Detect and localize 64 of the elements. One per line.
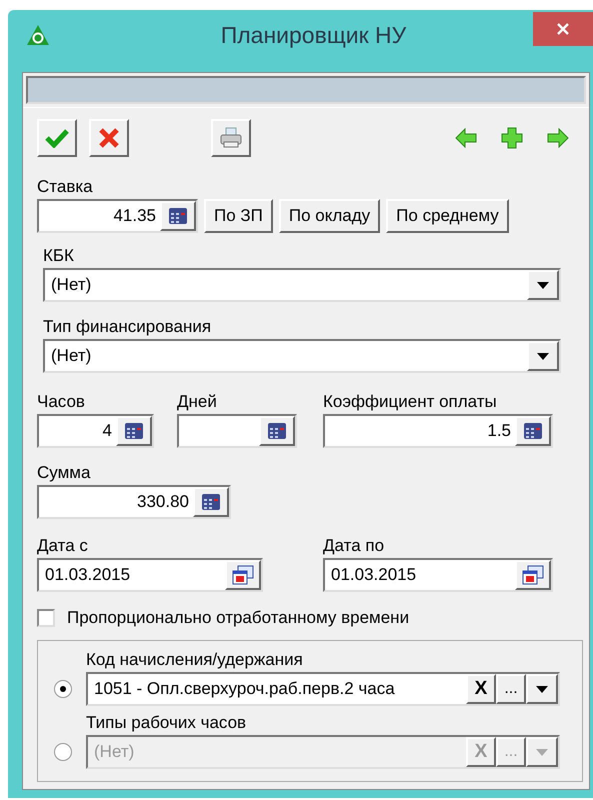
field-label: Дата с xyxy=(37,535,89,557)
close-icon xyxy=(556,22,570,36)
caret-icon xyxy=(537,352,549,360)
number-field[interactable]: 1.5 xyxy=(323,414,553,448)
field-label: Коэффициент оплаты xyxy=(323,391,498,413)
field-label: Дней xyxy=(177,391,218,413)
calculator-icon xyxy=(201,493,221,511)
left-arrow-icon xyxy=(455,128,477,148)
calculator-icon xyxy=(168,207,188,225)
field-label: Дата по xyxy=(323,535,386,557)
plus-icon xyxy=(501,127,523,149)
calculation-button[interactable]: По окладу xyxy=(278,199,380,233)
cancel-button[interactable] xyxy=(89,119,129,157)
calculator-button[interactable] xyxy=(259,416,295,446)
radio-button[interactable] xyxy=(54,743,72,761)
field-label: Тип финансирования xyxy=(43,316,212,338)
dropdown-field[interactable]: (Нет) xyxy=(43,339,561,373)
browse-button[interactable]: ... xyxy=(496,674,526,704)
calculator-icon xyxy=(267,422,287,440)
calculation-button[interactable]: По ЗП xyxy=(204,199,273,233)
checkbox-label: Пропорционально отработанному времени xyxy=(67,608,410,628)
radio-button[interactable] xyxy=(54,680,72,698)
print-button[interactable] xyxy=(211,119,251,157)
field-label: КБК xyxy=(43,245,75,267)
calculator-button[interactable] xyxy=(515,416,551,446)
field-label: Типы рабочих часов xyxy=(86,712,248,734)
printer-icon xyxy=(219,127,243,149)
close-button[interactable] xyxy=(533,12,593,46)
right-arrow-icon xyxy=(547,128,569,148)
caret-icon xyxy=(537,282,549,288)
calculator-button[interactable] xyxy=(116,416,152,446)
calculation-button[interactable]: По среднему xyxy=(386,199,509,233)
caret-icon xyxy=(536,748,548,756)
dropdown-button[interactable] xyxy=(527,270,559,300)
number-field[interactable] xyxy=(177,414,297,448)
cross-icon xyxy=(98,127,120,149)
calendar-icon xyxy=(522,565,544,585)
field-label: Часов xyxy=(37,391,86,413)
clear-button[interactable]: X xyxy=(466,674,496,704)
dropdown-button[interactable] xyxy=(527,341,559,371)
calculator-button[interactable] xyxy=(160,201,196,231)
date-field[interactable]: 01.03.2015 xyxy=(37,558,263,592)
number-field[interactable]: 4 xyxy=(37,414,154,448)
number-field[interactable]: 41.35 xyxy=(37,199,198,233)
calculator-icon xyxy=(124,422,144,440)
calendar-button[interactable] xyxy=(515,560,551,590)
dropdown-field[interactable]: 1051 - Опл.сверхуроч.раб.перв.2 часа X ... xyxy=(86,672,560,706)
dropdown-button[interactable] xyxy=(526,674,558,704)
app-icon xyxy=(26,24,50,46)
field-label: Ставка xyxy=(37,176,94,198)
calculator-icon xyxy=(523,422,543,440)
checkbox[interactable] xyxy=(37,609,55,627)
ok-button[interactable] xyxy=(37,119,77,157)
caret-icon xyxy=(536,686,548,692)
date-field[interactable]: 01.03.2015 xyxy=(323,558,553,592)
calendar-button[interactable] xyxy=(225,560,261,590)
dropdown-field[interactable]: (Нет) xyxy=(43,268,561,302)
field-label: Сумма xyxy=(37,462,92,484)
checkmark-icon xyxy=(45,128,69,148)
field-label: Код начисления/удержания xyxy=(86,649,304,671)
calendar-icon xyxy=(232,565,254,585)
calculator-button[interactable] xyxy=(193,487,229,517)
number-field[interactable]: 330.80 xyxy=(37,485,231,519)
window-title: Планировщик НУ xyxy=(220,22,408,48)
